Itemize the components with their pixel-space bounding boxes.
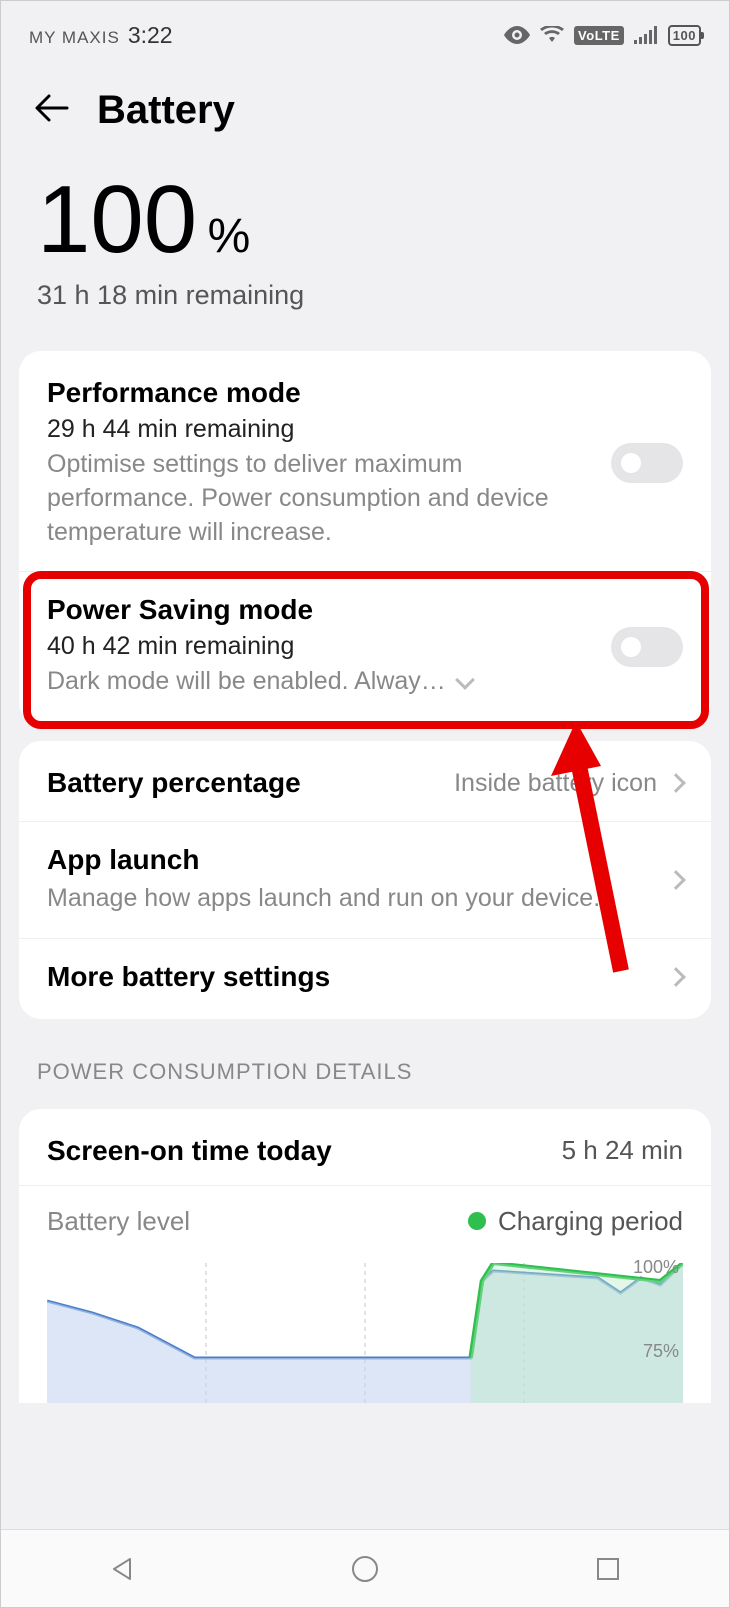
clock: 3:22 (128, 22, 173, 49)
chart-y-label-75: 75% (643, 1341, 679, 1362)
nav-recent-button[interactable] (590, 1551, 626, 1587)
battery-percentage-row[interactable]: Battery percentage Inside battery icon (19, 745, 711, 822)
signal-icon (634, 26, 658, 44)
percent-symbol: % (208, 209, 251, 264)
performance-mode-toggle[interactable] (611, 443, 683, 483)
square-recent-icon (595, 1556, 621, 1582)
battery-percentage-title: Battery percentage (47, 767, 454, 799)
more-battery-settings-title: More battery settings (47, 961, 669, 993)
power-modes-card: Performance mode 29 h 44 min remaining O… (19, 351, 711, 725)
power-saving-mode-row[interactable]: Power Saving mode 40 h 42 min remaining … (19, 572, 711, 721)
battery-level-number: 100 (37, 172, 197, 268)
chevron-right-icon (666, 967, 686, 987)
battery-overview: 100 % 31 h 18 min remaining (1, 144, 729, 335)
performance-mode-desc: Optimise settings to deliver maximum per… (47, 448, 611, 549)
performance-mode-title: Performance mode (47, 377, 611, 409)
power-saving-mode-remaining: 40 h 42 min remaining (47, 632, 611, 661)
screen-on-time-value: 5 h 24 min (562, 1135, 683, 1166)
battery-percentage-value: Inside battery icon (454, 769, 657, 798)
page-header: Battery (1, 57, 729, 144)
performance-mode-row[interactable]: Performance mode 29 h 44 min remaining O… (19, 355, 711, 572)
legend-battery-level: Battery level (47, 1206, 190, 1237)
back-button[interactable] (31, 87, 73, 134)
nav-home-button[interactable] (347, 1551, 383, 1587)
power-saving-mode-toggle[interactable] (611, 627, 683, 667)
power-saving-mode-title: Power Saving mode (47, 594, 611, 626)
carrier-label: MY MAXIS (29, 28, 120, 48)
nav-back-button[interactable] (104, 1551, 140, 1587)
status-icons: VoLTE 100 (504, 25, 701, 46)
chevron-right-icon (666, 870, 686, 890)
more-battery-settings-row[interactable]: More battery settings (19, 939, 711, 1015)
page-title: Battery (97, 88, 235, 133)
app-launch-title: App launch (47, 844, 669, 876)
chevron-right-icon (666, 773, 686, 793)
app-launch-row[interactable]: App launch Manage how apps launch and ru… (19, 822, 711, 939)
navigation-bar (1, 1529, 729, 1607)
legend-charging-period: Charging period (498, 1206, 683, 1237)
consumption-section-header: POWER CONSUMPTION DETAILS (1, 1035, 729, 1093)
chart-legend: Battery level Charging period (19, 1186, 711, 1263)
power-saving-mode-desc: Dark mode will be enabled. Alway… (47, 665, 446, 699)
volte-icon: VoLTE (574, 26, 624, 45)
chevron-down-icon[interactable] (455, 670, 475, 690)
eye-icon (504, 26, 530, 44)
status-bar: MY MAXIS 3:22 VoLTE 100 (1, 1, 729, 57)
battery-status-icon: 100 (668, 25, 701, 46)
battery-remaining: 31 h 18 min remaining (37, 280, 693, 311)
chart-y-label-100: 100% (633, 1257, 679, 1278)
wifi-icon (540, 26, 564, 44)
triangle-back-icon (108, 1555, 136, 1583)
battery-settings-card: Battery percentage Inside battery icon A… (19, 741, 711, 1019)
performance-mode-remaining: 29 h 44 min remaining (47, 415, 611, 444)
charging-dot-icon (468, 1212, 486, 1230)
back-arrow-icon (31, 87, 73, 129)
consumption-card: Screen-on time today 5 h 24 min Battery … (19, 1109, 711, 1403)
circle-home-icon (350, 1554, 380, 1584)
battery-level-chart: 100% 75% (47, 1263, 683, 1403)
app-launch-desc: Manage how apps launch and run on your d… (47, 882, 669, 916)
power-saving-mode-desc-row: Dark mode will be enabled. Alway… (47, 665, 611, 699)
screen-on-time-title: Screen-on time today (47, 1135, 332, 1167)
screen-on-time-row[interactable]: Screen-on time today 5 h 24 min (19, 1113, 711, 1186)
